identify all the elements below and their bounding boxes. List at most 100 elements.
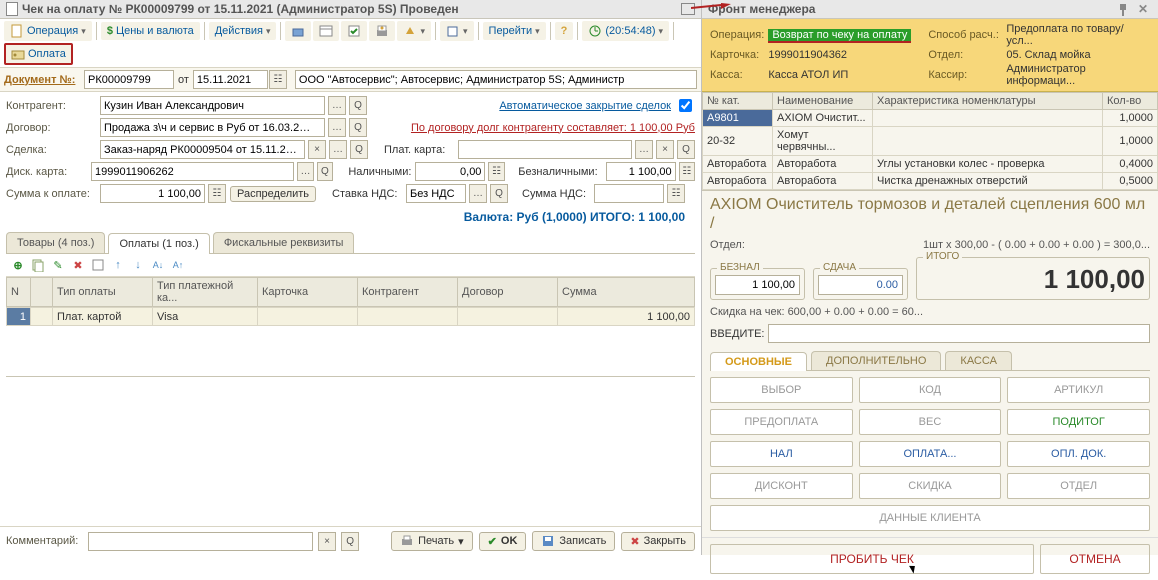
- edit-row-icon[interactable]: ✎: [50, 257, 66, 273]
- dogovor-select[interactable]: …: [328, 118, 346, 137]
- btn-poditog[interactable]: ПОДИТОГ: [1007, 409, 1150, 435]
- platkarta-select[interactable]: …: [635, 140, 653, 159]
- print-button[interactable]: Печать▾: [391, 531, 473, 551]
- beznal-calc[interactable]: ☷: [679, 162, 695, 181]
- tool-icon-1[interactable]: [285, 21, 311, 41]
- btn-ves[interactable]: ВЕС: [859, 409, 1002, 435]
- btn-otmena[interactable]: ОТМЕНА: [1040, 544, 1150, 574]
- rgrid-row[interactable]: 20-32Хомут червячны...1,0000: [703, 127, 1158, 156]
- btn-vybor[interactable]: ВЫБОР: [710, 377, 853, 403]
- btn-artikul[interactable]: АРТИКУЛ: [1007, 377, 1150, 403]
- docdate-input[interactable]: [193, 70, 268, 89]
- col-plat[interactable]: Тип платежной ка...: [153, 278, 258, 307]
- org-input[interactable]: [295, 70, 697, 89]
- refresh-icon[interactable]: [90, 257, 106, 273]
- diskkarta-lookup[interactable]: Q: [317, 162, 333, 181]
- contragent-lookup[interactable]: Q: [349, 96, 367, 115]
- ok-button[interactable]: ✔OK: [479, 532, 527, 551]
- pin-icon[interactable]: [1116, 2, 1130, 16]
- pay-button[interactable]: Оплата: [4, 43, 73, 65]
- summands-input[interactable]: [594, 184, 664, 203]
- help-button[interactable]: ?: [555, 22, 574, 40]
- operation-menu[interactable]: Операция▾: [4, 21, 92, 41]
- nal-input[interactable]: [415, 162, 485, 181]
- beznal-input[interactable]: [715, 275, 800, 295]
- btn-nal[interactable]: НАЛ: [710, 441, 853, 467]
- copy-row-icon[interactable]: [30, 257, 46, 273]
- move-up-icon[interactable]: ↑: [110, 257, 126, 273]
- rgrid-row[interactable]: АвтоработаАвтоработаЧистка дренажных отв…: [703, 173, 1158, 190]
- platkarta-clear[interactable]: ×: [656, 140, 674, 159]
- maximize-icon[interactable]: [681, 3, 695, 15]
- raspredelit-button[interactable]: Распределить: [230, 186, 316, 202]
- tool-icon-3[interactable]: [341, 21, 367, 41]
- rg-h1[interactable]: № кат.: [703, 93, 773, 110]
- rtab-extra[interactable]: ДОПОЛНИТЕЛЬНО: [811, 351, 941, 370]
- move-down-icon[interactable]: ↓: [130, 257, 146, 273]
- btn-oplata[interactable]: ОПЛАТА...: [859, 441, 1002, 467]
- autoclose-checkbox[interactable]: [679, 99, 692, 112]
- date-picker-button[interactable]: ☷: [269, 70, 287, 89]
- tab-goods[interactable]: Товары (4 поз.): [6, 232, 105, 253]
- platkarta-lookup[interactable]: Q: [677, 140, 695, 159]
- grid-row-1[interactable]: 1 Плат. картой Visa 1 100,00: [7, 308, 695, 326]
- nds-lookup[interactable]: Q: [490, 184, 508, 203]
- col-sum[interactable]: Сумма: [558, 278, 695, 307]
- tool-icon-6[interactable]: ▾: [440, 21, 474, 41]
- diskkarta-input[interactable]: [91, 162, 294, 181]
- diskkarta-select[interactable]: …: [297, 162, 313, 181]
- sort-desc-icon[interactable]: A↑: [170, 257, 186, 273]
- btn-opldok[interactable]: ОПЛ. ДОК.: [1007, 441, 1150, 467]
- nal-calc[interactable]: ☷: [488, 162, 504, 181]
- tool-icon-4[interactable]: [369, 21, 395, 41]
- dogovor-lookup[interactable]: Q: [349, 118, 367, 137]
- comment-lookup[interactable]: Q: [341, 532, 359, 551]
- col-kart[interactable]: Карточка: [258, 278, 358, 307]
- nds-select[interactable]: …: [469, 184, 487, 203]
- col-contr[interactable]: Контрагент: [358, 278, 458, 307]
- tool-icon-2[interactable]: [313, 21, 339, 41]
- col-n[interactable]: N: [7, 278, 31, 307]
- col-flag[interactable]: [31, 278, 53, 307]
- tab-fiscal[interactable]: Фискальные реквизиты: [213, 232, 355, 253]
- btn-client[interactable]: ДАННЫЕ КЛИЕНТА: [710, 505, 1150, 531]
- rgrid-row[interactable]: АвтоработаАвтоработаУглы установки колес…: [703, 156, 1158, 173]
- rg-h4[interactable]: Кол-во: [1103, 93, 1158, 110]
- nds-input[interactable]: [406, 184, 466, 203]
- rg-h2[interactable]: Наименование: [773, 93, 873, 110]
- btn-skidka[interactable]: СКИДКА: [859, 473, 1002, 499]
- delete-row-icon[interactable]: ✖: [70, 257, 86, 273]
- sdacha-input[interactable]: [818, 275, 903, 295]
- col-tip[interactable]: Тип оплаты: [53, 278, 153, 307]
- time-display[interactable]: (20:54:48)▾: [582, 21, 669, 41]
- save-button[interactable]: Записать: [532, 531, 615, 551]
- sort-asc-icon[interactable]: A↓: [150, 257, 166, 273]
- rg-h3[interactable]: Характеристика номенклатуры: [873, 93, 1103, 110]
- platkarta-input[interactable]: [458, 140, 632, 159]
- btn-otdel[interactable]: ОТДЕЛ: [1007, 473, 1150, 499]
- btn-pred[interactable]: ПРЕДОПЛАТА: [710, 409, 853, 435]
- contragent-input[interactable]: [100, 96, 325, 115]
- beznal-input[interactable]: [606, 162, 676, 181]
- tab-payments[interactable]: Оплаты (1 поз.): [108, 233, 209, 254]
- summa-input[interactable]: [100, 184, 205, 203]
- summa-calc[interactable]: ☷: [208, 184, 226, 203]
- right-close-icon[interactable]: ✕: [1134, 2, 1152, 16]
- autoclose-link[interactable]: Автоматическое закрытие сделок: [499, 100, 671, 112]
- btn-diskont[interactable]: ДИСКОНТ: [710, 473, 853, 499]
- rgrid-row[interactable]: A9801AXIOM Очистит...1,0000: [703, 110, 1158, 127]
- add-row-icon[interactable]: ⊕: [10, 257, 26, 273]
- sdelka-select[interactable]: …: [329, 140, 347, 159]
- comment-input[interactable]: [88, 532, 313, 551]
- sdelka-input[interactable]: [100, 140, 305, 159]
- prices-button[interactable]: $Цены и валюта: [101, 22, 200, 40]
- sdelka-lookup[interactable]: Q: [350, 140, 368, 159]
- tool-icon-5[interactable]: ▾: [397, 21, 431, 41]
- actions-menu[interactable]: Действия▾: [209, 22, 277, 40]
- rtab-kassa[interactable]: КАССА: [945, 351, 1012, 370]
- dogovor-input[interactable]: [100, 118, 325, 137]
- comment-clear[interactable]: ×: [318, 532, 336, 551]
- contragent-select[interactable]: …: [328, 96, 346, 115]
- sdelka-clear[interactable]: ×: [308, 140, 326, 159]
- goto-menu[interactable]: Перейти▾: [483, 22, 546, 40]
